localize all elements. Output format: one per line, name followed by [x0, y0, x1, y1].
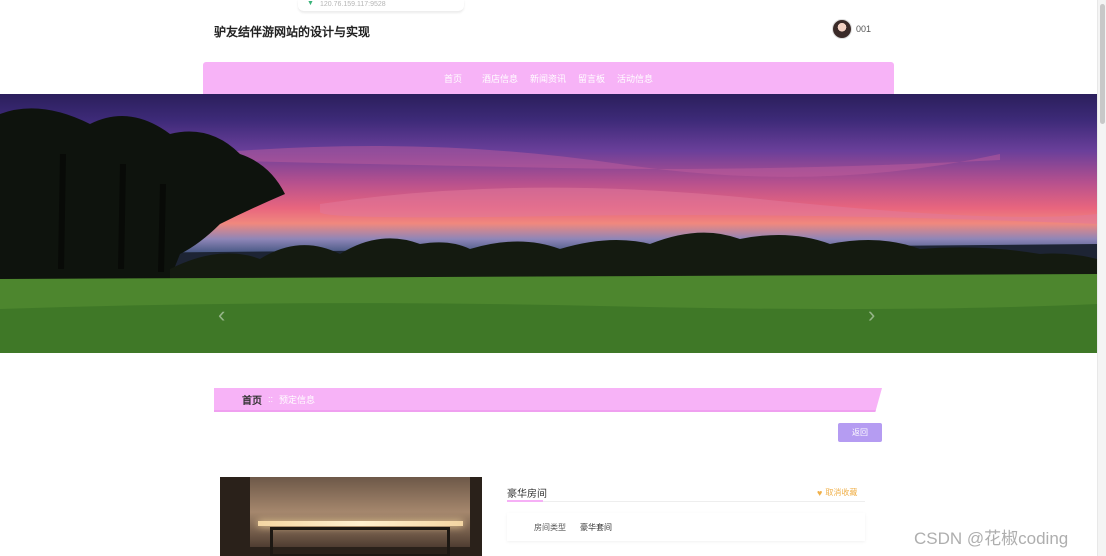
- watermark: CSDN @花椒coding: [914, 529, 1069, 548]
- info-value: 豪华套间: [580, 522, 612, 532]
- banner-carousel[interactable]: ‹ ›: [0, 94, 1097, 353]
- scrollbar-thumb[interactable]: [1100, 4, 1105, 124]
- breadcrumb-current: 预定信息: [279, 394, 316, 405]
- ip-hint: ▼ 120.76.159.117:9528: [298, 0, 464, 12]
- site-title: 驴友结伴游网站的设计与实现: [214, 25, 371, 39]
- back-button[interactable]: 返回: [838, 423, 882, 442]
- breadcrumb-separator: ::: [268, 394, 274, 404]
- nav-item-activities[interactable]: 活动信息: [611, 72, 659, 85]
- ip-hint-text: 120.76.159.117:9528: [320, 1, 386, 8]
- heart-icon: ♥: [817, 487, 823, 498]
- banner-image: [0, 108, 1097, 353]
- room-photo-frame: [270, 527, 450, 556]
- info-label: 房间类型: [534, 522, 566, 532]
- room-photo: [220, 477, 482, 556]
- username[interactable]: 001: [856, 24, 871, 34]
- breadcrumb: 首页 :: 预定信息: [214, 388, 882, 412]
- page: ▼ 120.76.159.117:9528 驴友结伴游网站的设计与实现 001 …: [0, 0, 1106, 556]
- page-scrollbar[interactable]: [1097, 0, 1106, 556]
- carousel-next-icon[interactable]: ›: [868, 304, 875, 326]
- location-pin-icon: ▼: [307, 0, 314, 7]
- carousel-prev-icon[interactable]: ‹: [218, 304, 225, 326]
- room-name: 豪华房间: [507, 489, 547, 500]
- favorite-label: 取消收藏: [825, 488, 858, 497]
- nav-item-hotel[interactable]: 酒店信息: [476, 72, 524, 85]
- avatar[interactable]: [832, 19, 852, 39]
- room-name-divider-active: [507, 500, 543, 502]
- info-row-room-type: 房间类型 豪华套间: [507, 513, 865, 541]
- room-name-divider: [507, 500, 865, 502]
- room-photo-light: [258, 521, 463, 526]
- user-menu[interactable]: 001: [832, 19, 871, 39]
- nav-item-news[interactable]: 新闻资讯: [524, 72, 572, 85]
- nav-item-home[interactable]: 首页: [438, 72, 468, 85]
- main-nav: 首页 酒店信息 新闻资讯 留言板 活动信息: [203, 62, 894, 94]
- nav-item-messages[interactable]: 留言板: [572, 72, 611, 85]
- breadcrumb-home[interactable]: 首页: [242, 392, 262, 407]
- favorite-toggle[interactable]: ♥ 取消收藏: [817, 487, 857, 498]
